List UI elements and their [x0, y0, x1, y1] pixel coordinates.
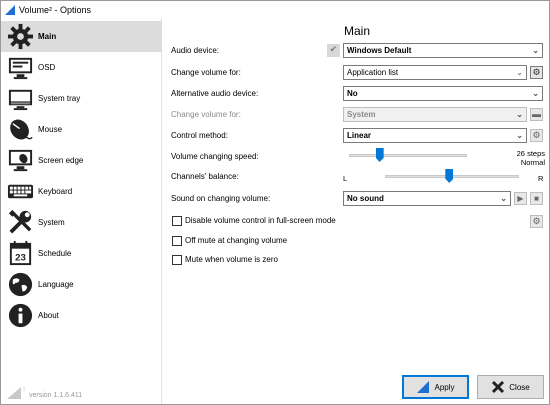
change-volume-for-label: Change volume for: — [171, 68, 241, 77]
close-button[interactable]: Close — [477, 375, 544, 399]
balance-slider-thumb[interactable] — [445, 169, 454, 183]
sidebar: Main OSD System tray Mouse Screen edge K… — [1, 18, 162, 404]
sidebar-item-label: Keyboard — [38, 187, 73, 196]
main-panel: Main Audio device: ✔ Windows Default ⌄ Ch… — [163, 18, 549, 368]
app-volume-icon — [5, 4, 15, 15]
mute-zero-label[interactable]: Mute when volume is zero — [185, 255, 278, 264]
chevron-down-icon: ⌄ — [516, 110, 523, 119]
sidebar-item-label: Language — [38, 280, 74, 289]
sidebar-item-system[interactable]: System — [1, 207, 162, 238]
sound-on-change-label: Sound on changing volume: — [171, 194, 271, 203]
app-logo-icon: 2 — [7, 387, 25, 399]
page-title: Main — [344, 24, 371, 38]
sidebar-item-mouse[interactable]: Mouse — [1, 114, 162, 145]
balance-label: Channels' balance: — [171, 172, 239, 181]
sidebar-item-label: Main — [38, 32, 57, 41]
change-volume-for-alt-select: System ⌄ — [343, 107, 527, 122]
globe-icon — [8, 272, 33, 297]
mouse-icon — [10, 119, 33, 140]
volume-speed-subtext: Normal — [520, 158, 545, 167]
mute-zero-checkbox[interactable] — [172, 255, 182, 265]
disable-fullscreen-label[interactable]: Disable volume control in full-screen mo… — [185, 216, 336, 225]
audio-device-select[interactable]: Windows Default ⌄ — [343, 43, 543, 58]
sidebar-item-screen-edge[interactable]: Screen edge — [1, 145, 162, 176]
title-bar: Volume² - Options — [1, 1, 549, 18]
window-title: Volume² - Options — [19, 4, 92, 15]
sidebar-item-system-tray[interactable]: System tray — [1, 83, 162, 114]
change-volume-for-alt-label: Change volume for: — [171, 110, 241, 119]
disable-fullscreen-checkbox[interactable] — [172, 216, 182, 226]
gear-icon[interactable]: ⚙ — [530, 215, 543, 228]
alt-audio-device-select[interactable]: No ⌄ — [343, 86, 543, 101]
volume-speed-slider[interactable] — [349, 154, 467, 157]
play-icon[interactable]: ▶ — [514, 192, 527, 205]
sidebar-item-osd[interactable]: OSD — [1, 52, 162, 83]
alt-audio-device-label: Alternative audio device: — [171, 89, 259, 98]
checkmark-icon[interactable]: ✔ — [327, 44, 340, 57]
off-mute-checkbox[interactable] — [172, 236, 182, 246]
stop-icon[interactable]: ■ — [530, 192, 543, 205]
sidebar-item-about[interactable]: About — [1, 300, 162, 331]
tools-icon — [8, 209, 32, 234]
monitor-icon — [8, 57, 33, 80]
calendar-day: 23 — [15, 252, 26, 263]
sidebar-item-label: OSD — [38, 63, 56, 72]
balance-right-label: R — [538, 174, 544, 183]
change-volume-for-select[interactable]: Application list ⌄ — [343, 65, 527, 80]
keyboard-icon — [7, 184, 34, 199]
gear-icon — [7, 23, 34, 50]
folder-icon: ▬ — [530, 108, 543, 121]
close-icon — [492, 380, 505, 394]
version-info: 2 version 1.1.6.411 — [7, 385, 82, 399]
audio-device-label: Audio device: — [171, 46, 220, 55]
options-window: Volume² - Options Main OSD System tray M… — [0, 0, 550, 405]
sidebar-item-label: System tray — [38, 94, 81, 103]
volume-speed-value: 26 steps — [516, 149, 545, 158]
sidebar-item-label: Schedule — [38, 249, 72, 258]
chevron-down-icon: ⌄ — [516, 131, 523, 140]
apply-button[interactable]: Apply — [402, 375, 469, 399]
sidebar-item-label: Mouse — [38, 125, 63, 134]
chevron-down-icon: ⌄ — [532, 46, 539, 55]
sidebar-item-label: About — [38, 311, 59, 320]
calendar-icon: 23 — [9, 240, 32, 266]
off-mute-label[interactable]: Off mute at changing volume — [185, 236, 287, 245]
svg-text:2: 2 — [23, 387, 25, 393]
chevron-down-icon: ⌄ — [516, 68, 523, 77]
version-text: version 1.1.6.411 — [29, 392, 83, 399]
chevron-down-icon: ⌄ — [500, 194, 507, 203]
info-icon — [8, 303, 33, 328]
control-method-select[interactable]: Linear ⌄ — [343, 128, 527, 143]
sidebar-item-keyboard[interactable]: Keyboard — [1, 176, 162, 207]
sidebar-item-language[interactable]: Language — [1, 269, 162, 300]
sidebar-item-label: Screen edge — [38, 156, 84, 165]
sidebar-item-main[interactable]: Main — [1, 21, 162, 52]
gear-icon[interactable]: ⚙ — [530, 66, 543, 79]
tray-icon — [8, 89, 33, 111]
sidebar-item-schedule[interactable]: 23 Schedule — [1, 238, 162, 269]
sound-on-change-select[interactable]: No sound ⌄ — [343, 191, 511, 206]
apply-icon — [417, 381, 430, 393]
sidebar-item-label: System — [38, 218, 65, 227]
chevron-down-icon: ⌄ — [532, 89, 539, 98]
control-method-label: Control method: — [171, 131, 228, 140]
volume-speed-label: Volume changing speed: — [171, 152, 259, 161]
screen-edge-icon — [8, 149, 33, 172]
balance-left-label: L — [343, 174, 348, 183]
gear-icon[interactable]: ⚙ — [530, 129, 543, 142]
volume-speed-slider-thumb[interactable] — [375, 148, 384, 162]
